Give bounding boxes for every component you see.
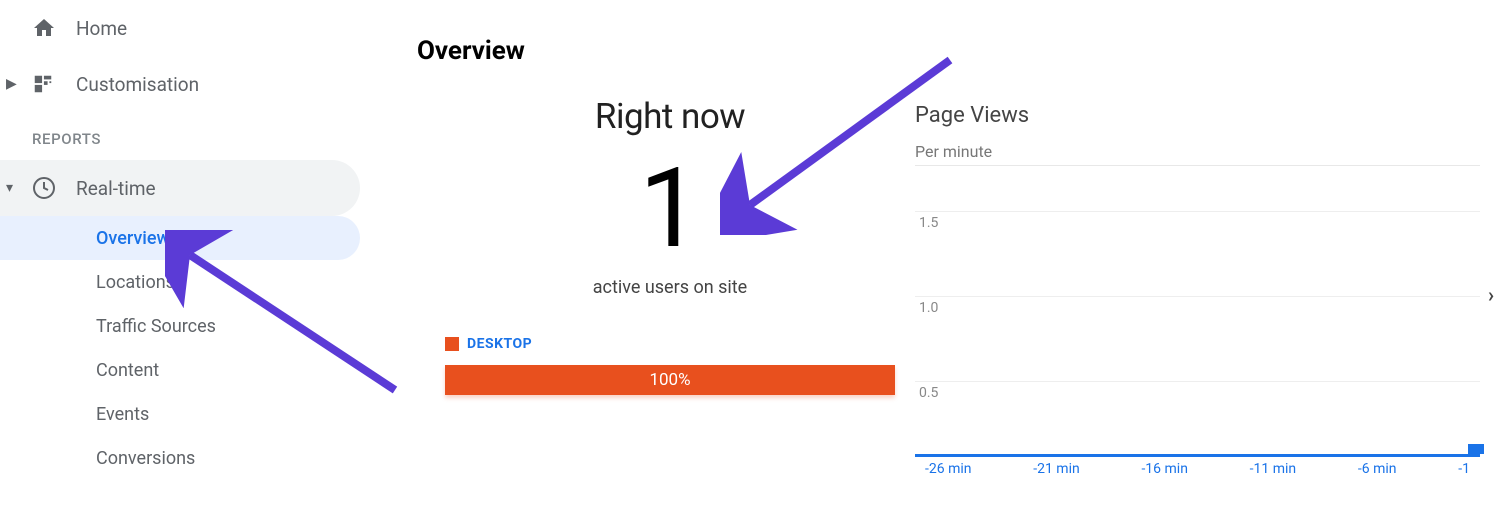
x-axis xyxy=(915,454,1480,457)
y-tick: 1.0 xyxy=(919,300,938,316)
y-tick: 0.5 xyxy=(919,385,938,401)
x-tick: -21 min xyxy=(1033,461,1080,477)
sidebar-item-home[interactable]: Home xyxy=(0,0,360,56)
main-panel: Overview Right now 1 active users on sit… xyxy=(395,8,1490,513)
sidebar-label-customisation: Customisation xyxy=(76,73,199,96)
sidebar-subitem-traffic-sources[interactable]: Traffic Sources xyxy=(0,304,360,348)
caret-down-icon: ▾ xyxy=(6,180,13,196)
chart-subtitle: Per minute xyxy=(915,142,1480,161)
y-tick: 1.5 xyxy=(919,215,938,231)
metric-sub: active users on site xyxy=(435,277,905,298)
sidebar: Home ▶ Customisation REPORTS ▾ Real-time… xyxy=(0,0,370,521)
sidebar-sublabel: Traffic Sources xyxy=(96,316,216,337)
x-tick: -16 min xyxy=(1141,461,1188,477)
swatch-icon xyxy=(445,337,459,351)
clock-icon xyxy=(32,176,76,200)
caret-right-icon: ▶ xyxy=(6,76,17,92)
page-title: Overview xyxy=(395,8,1490,66)
chevron-right-icon[interactable]: › xyxy=(1488,283,1494,307)
chart-title: Page Views xyxy=(915,103,1480,128)
x-tick: -1 xyxy=(1458,461,1470,477)
device-legend: DESKTOP xyxy=(435,336,905,355)
sidebar-sublabel: Locations xyxy=(96,272,175,293)
realtime-metric: Right now 1 active users on site DESKTOP… xyxy=(435,96,905,395)
sidebar-subitem-conversions[interactable]: Conversions xyxy=(0,436,360,480)
metric-value: 1 xyxy=(435,143,905,275)
sidebar-subitem-locations[interactable]: Locations xyxy=(0,260,360,304)
pageviews-chart: Page Views Per minute 1.5 1.0 0.5 -26 mi… xyxy=(915,103,1480,475)
x-tick: -11 min xyxy=(1250,461,1297,477)
device-bar-wrap: 100% xyxy=(435,365,905,395)
chart-area: 1.5 1.0 0.5 -26 min -21 min -16 min -11 … xyxy=(915,165,1480,475)
sidebar-label-realtime: Real-time xyxy=(76,177,156,200)
chart-bar xyxy=(1468,444,1484,454)
dashboard-icon xyxy=(32,73,76,95)
sidebar-label-home: Home xyxy=(76,17,127,40)
sidebar-sublabel: Events xyxy=(96,404,149,425)
sidebar-subitem-events[interactable]: Events xyxy=(0,392,360,436)
sidebar-item-realtime[interactable]: ▾ Real-time xyxy=(0,160,360,216)
sidebar-subitem-content[interactable]: Content xyxy=(0,348,360,392)
metric-heading: Right now xyxy=(435,96,905,137)
home-icon xyxy=(32,16,76,40)
device-chip-desktop[interactable]: DESKTOP xyxy=(445,336,532,352)
sidebar-item-customisation[interactable]: ▶ Customisation xyxy=(0,56,360,112)
sidebar-sublabel: Conversions xyxy=(96,448,195,469)
sidebar-sublabel: Content xyxy=(96,360,159,381)
sidebar-subitem-overview[interactable]: Overview xyxy=(0,216,360,260)
device-name: DESKTOP xyxy=(467,336,532,352)
x-tick: -6 min xyxy=(1358,461,1397,477)
device-bar: 100% xyxy=(445,365,895,395)
x-tick: -26 min xyxy=(925,461,972,477)
sidebar-sublabel: Overview xyxy=(96,228,170,249)
reports-section-header: REPORTS xyxy=(0,112,370,160)
x-labels: -26 min -21 min -16 min -11 min -6 min -… xyxy=(915,461,1480,477)
